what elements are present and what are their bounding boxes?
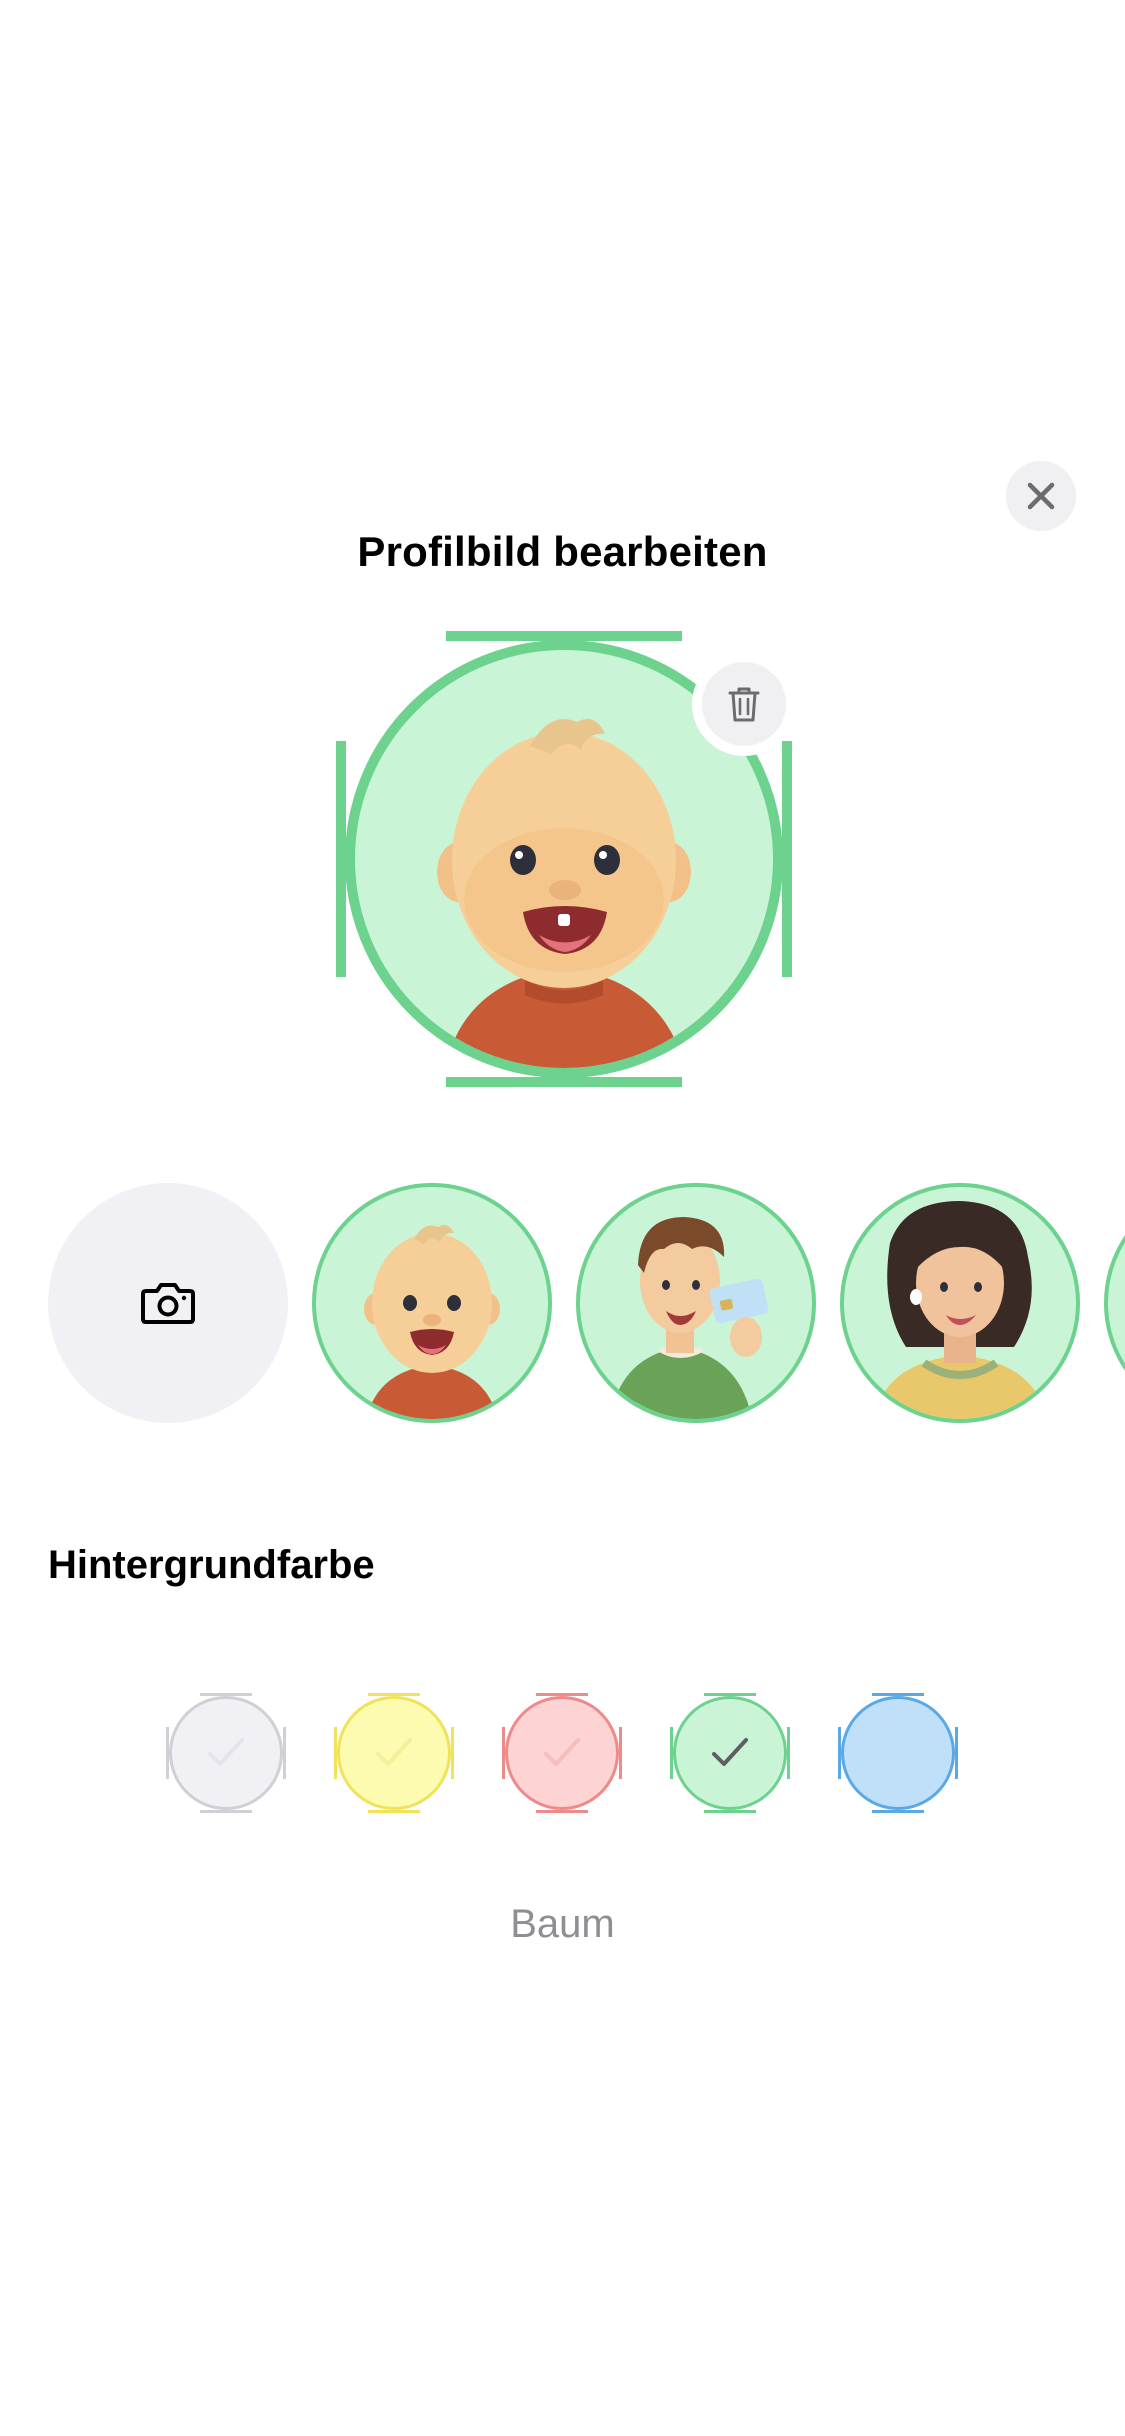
camera-icon	[141, 1283, 195, 1324]
color-swatch-green-selected[interactable]	[670, 1693, 790, 1813]
checkmark-icon	[208, 1738, 244, 1766]
color-fill	[673, 1696, 787, 1810]
color-fill	[505, 1696, 619, 1810]
close-icon	[1027, 482, 1055, 510]
avatar-option-young-man[interactable]	[576, 1183, 816, 1423]
color-fill	[169, 1696, 283, 1810]
crop-handle-right	[782, 741, 792, 977]
color-swatch-yellow[interactable]	[334, 1693, 454, 1813]
color-fill	[841, 1696, 955, 1810]
background-color-section-title: Hintergrundfarbe	[48, 1543, 375, 1587]
camera-upload-button[interactable]	[48, 1183, 288, 1423]
delete-avatar-button[interactable]	[702, 662, 786, 746]
color-swatch-red[interactable]	[502, 1693, 622, 1813]
page-title: Profilbild bearbeiten	[357, 528, 768, 575]
avatar-options-row[interactable]	[0, 1183, 1125, 1423]
young-man-avatar-thumbnail	[610, 1217, 769, 1419]
trash-icon	[728, 687, 760, 722]
avatar-option-baby[interactable]	[312, 1183, 552, 1423]
delete-avatar-button-ring	[692, 652, 796, 756]
checkmark-icon	[712, 1738, 748, 1766]
baby-avatar-thumbnail	[364, 1225, 500, 1419]
checkmark-icon	[376, 1738, 412, 1766]
color-swatch-gray[interactable]	[166, 1693, 286, 1813]
avatar-option-partial[interactable]	[1104, 1183, 1125, 1423]
crop-handle-bottom	[446, 1077, 682, 1087]
woman-avatar-thumbnail	[874, 1201, 1046, 1419]
color-swatch-blue[interactable]	[838, 1693, 958, 1813]
checkmark-icon	[544, 1738, 580, 1766]
close-button[interactable]	[1006, 461, 1076, 531]
color-fill	[337, 1696, 451, 1810]
selected-color-name: Baum	[510, 1902, 615, 1946]
avatar-option-woman[interactable]	[840, 1183, 1080, 1423]
